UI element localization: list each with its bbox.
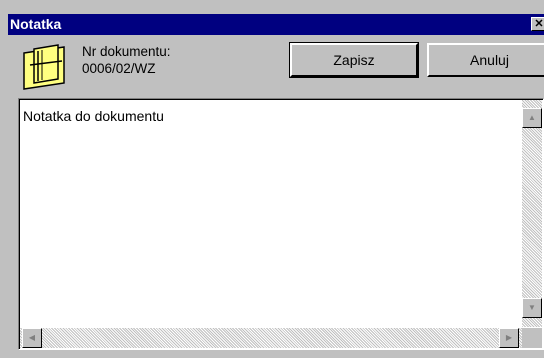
note-textarea[interactable]: Notatka do dokumentu ▲ ▼ ◀ ▶ xyxy=(18,98,544,350)
note-textarea-area[interactable]: Notatka do dokumentu ▲ ▼ ◀ ▶ xyxy=(19,99,543,349)
document-number: Nr dokumentu: 0006/02/WZ xyxy=(82,43,171,77)
vertical-scrollbar[interactable]: ▲ ▼ xyxy=(522,100,542,327)
scrollbar-corner xyxy=(522,328,542,348)
horizontal-scroll-track[interactable] xyxy=(20,328,522,348)
vertical-scroll-track[interactable] xyxy=(522,100,542,327)
save-button[interactable]: Zapisz xyxy=(290,43,418,77)
horizontal-scrollbar[interactable]: ◀ ▶ xyxy=(20,328,522,348)
scroll-down-button[interactable]: ▼ xyxy=(522,298,542,318)
window-edge xyxy=(0,0,8,358)
note-text[interactable]: Notatka do dokumentu xyxy=(23,108,164,124)
scroll-left-button[interactable]: ◀ xyxy=(22,328,42,348)
document-number-value: 0006/02/WZ xyxy=(82,61,156,76)
notepad-icon xyxy=(23,44,65,90)
titlebar[interactable]: Notatka ✕ xyxy=(8,14,544,35)
scroll-right-button[interactable]: ▶ xyxy=(499,328,519,348)
scroll-up-button[interactable]: ▲ xyxy=(522,108,542,128)
notatka-dialog: Notatka ✕ Nr dokumentu: 0006/02/WZ Zapis… xyxy=(0,0,544,358)
cancel-button[interactable]: Anuluj xyxy=(427,43,544,77)
close-button[interactable]: ✕ xyxy=(531,17,544,31)
document-number-label: Nr dokumentu: xyxy=(82,44,171,59)
window-title: Notatka xyxy=(10,16,62,32)
